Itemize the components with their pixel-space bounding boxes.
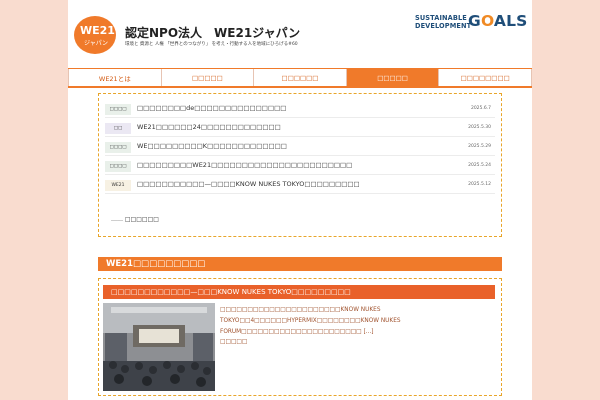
blog-heading-text: WE21□□□□□□□□□ [106, 259, 206, 269]
news-item[interactable]: □□ WE21□□□□□□24□□□□□□□□□□□□□ 2025.5.30 [105, 119, 495, 137]
nav-item-3[interactable]: □□□□□□ [254, 69, 347, 86]
news-title-link[interactable]: □□□□□□□□de□□□□□□□□□□□□□□□ [137, 104, 286, 112]
post-thumbnail-image[interactable] [103, 303, 215, 391]
site-header: WE21 ジャパン 認定NPO法人 WE21ジャパン 環境と 資源と 人権 「世… [68, 0, 532, 66]
sdg-logo[interactable]: SUSTAINABLE DEVELOPMENT GOALS [415, 12, 531, 38]
post-excerpt: □□□□□□□□□□□□□□□□□□□□□□KNOW NUKES TOKYO□□… [220, 307, 401, 335]
news-date: 2025.6.7 [470, 106, 491, 111]
org-title: 認定NPO法人 WE21ジャパン [125, 26, 301, 40]
news-date: 2025.5.29 [468, 144, 491, 149]
org-tagline: 環境と 資源と 人権 「世界とのつながり」 を考え・行動する人を地域にひろげる#… [125, 42, 298, 47]
news-item[interactable]: □□□□ □□□□□□□□□WE21□□□□□□□□□□□□□□□□□□□□□□… [105, 157, 495, 175]
logo-kana: ジャパン [84, 40, 108, 47]
blog-section-heading: WE21□□□□□□□□□ [98, 257, 502, 271]
news-list-box: □□□□ □□□□□□□□de□□□□□□□□□□□□□□□ 2025.6.7 … [98, 93, 502, 237]
post-title-bar[interactable]: □□□□□□□□□□□□—□□□KNOW NUKES TOKYO□□□□□□□□… [103, 285, 495, 299]
sdg-line-2: DEVELOPMENT [415, 22, 472, 30]
news-item[interactable]: □□□□ WE□□□□□□□□□K□□□□□□□□□□□□□ 2025.5.29 [105, 138, 495, 156]
logo-text: WE21 [80, 24, 115, 37]
news-category-badge: □□ [105, 123, 131, 134]
nav-item-about[interactable]: WE21とは [68, 69, 162, 86]
news-title-link[interactable]: WE21□□□□□□24□□□□□□□□□□□□□ [137, 123, 281, 131]
post-read-more-link[interactable]: □□□□□ [220, 339, 247, 345]
news-category-badge: WE21 [105, 180, 131, 191]
news-item[interactable]: □□□□ □□□□□□□□de□□□□□□□□□□□□□□□ 2025.6.7 [105, 100, 495, 118]
news-date: 2025.5.30 [468, 125, 491, 130]
news-title-link[interactable]: WE□□□□□□□□□K□□□□□□□□□□□□□ [137, 142, 287, 150]
nav-item-2[interactable]: □□□□□ [162, 69, 255, 86]
we21-logo[interactable]: WE21 ジャパン [72, 14, 122, 56]
blog-post-box: □□□□□□□□□□□□—□□□KNOW NUKES TOKYO□□□□□□□□… [98, 278, 502, 396]
sdg-goals-word: GOALS [468, 12, 528, 30]
page-container: WE21 ジャパン 認定NPO法人 WE21ジャパン 環境と 資源と 人権 「世… [68, 0, 532, 400]
news-title-link[interactable]: □□□□□□□□□WE21□□□□□□□□□□□□□□□□□□□□□□□ [137, 161, 352, 169]
news-category-badge: □□□□ [105, 104, 131, 115]
nav-item-4-active[interactable]: □□□□□ [346, 69, 440, 86]
news-category-badge: □□□□ [105, 142, 131, 153]
sdg-line-1: SUSTAINABLE [415, 14, 467, 22]
news-more-link[interactable]: …… □□□□□□ [111, 216, 159, 223]
news-date: 2025.5.12 [468, 182, 491, 187]
nav-item-5[interactable]: □□□□□□□□ [439, 69, 532, 86]
post-title-link[interactable]: □□□□□□□□□□□□—□□□KNOW NUKES TOKYO□□□□□□□□… [111, 288, 351, 296]
news-item[interactable]: WE21 □□□□□□□□□□□—□□□□KNOW NUKES TOKYO□□□… [105, 176, 495, 194]
news-category-badge: □□□□ [105, 161, 131, 172]
news-title-link[interactable]: □□□□□□□□□□□—□□□□KNOW NUKES TOKYO□□□□□□□□… [137, 180, 360, 188]
main-nav: WE21とは □□□□□ □□□□□□ □□□□□ □□□□□□□□ [68, 68, 532, 88]
news-date: 2025.5.24 [468, 163, 491, 168]
